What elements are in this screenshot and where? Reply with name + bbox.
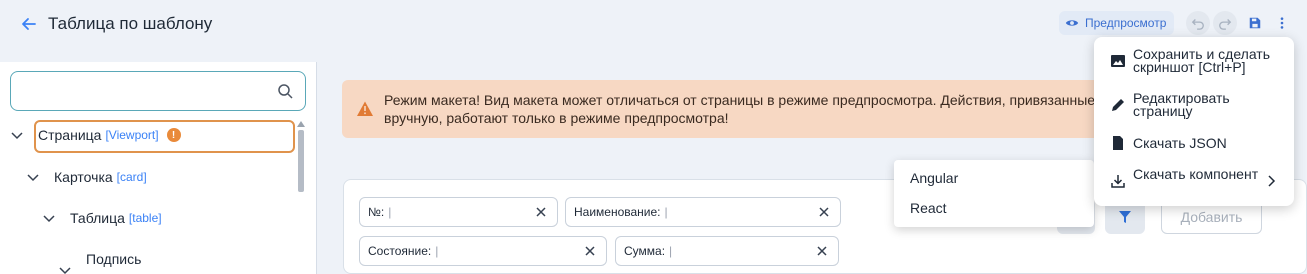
filter-state-field[interactable]: Состояние: | (359, 236, 607, 266)
warning-icon: ! (166, 128, 181, 142)
redo-button[interactable] (1213, 11, 1237, 35)
download-icon (1111, 175, 1125, 188)
tree-item-tag: [Viewport] (105, 128, 159, 142)
chevron-right-icon (1268, 175, 1276, 187)
clear-icon[interactable] (535, 206, 547, 218)
more-menu-button[interactable] (1270, 11, 1294, 35)
tree-item-tag: [card] (116, 170, 147, 184)
filter-sum-field[interactable]: Сумма: | (615, 236, 839, 266)
tree-scrollbar[interactable] (298, 130, 304, 192)
text-cursor: | (388, 205, 392, 219)
clear-icon[interactable] (816, 245, 828, 257)
tree-item-card[interactable]: Карточка [card] (26, 163, 147, 191)
chevron-down-icon[interactable] (42, 211, 56, 225)
save-button[interactable] (1243, 11, 1267, 35)
back-arrow-icon[interactable] (18, 13, 40, 35)
filter-name-field[interactable]: Наименование: | (565, 197, 841, 227)
download-component-submenu: Angular React (894, 160, 1094, 227)
preview-button[interactable]: Предпросмотр (1059, 11, 1175, 35)
image-icon (1111, 55, 1125, 67)
redo-icon (1219, 19, 1232, 30)
chevron-down-icon[interactable] (26, 170, 40, 184)
filter-label: Сумма: (624, 244, 666, 258)
warning-triangle-icon (357, 101, 373, 116)
menu-item-label: Скачать компонент (1133, 166, 1259, 182)
preview-label: Предпросмотр (1085, 16, 1167, 30)
undo-button[interactable] (1186, 11, 1210, 35)
tree-item-label: Подпись (86, 251, 142, 267)
clear-icon[interactable] (818, 206, 830, 218)
tree-item-caption[interactable]: Подпись (58, 245, 142, 274)
filter-icon (1119, 210, 1131, 223)
undo-icon (1191, 19, 1204, 30)
pencil-icon (1112, 99, 1124, 111)
menu-item-download-json[interactable]: Скачать JSON (1094, 133, 1294, 153)
tree-search (10, 71, 306, 111)
search-icon[interactable] (277, 83, 293, 99)
menu-item-label: Сохранить и сделать скриншот [Ctrl+P] (1133, 46, 1271, 75)
text-cursor: | (664, 205, 668, 219)
file-icon (1113, 136, 1123, 150)
filter-label: Наименование: (574, 205, 661, 219)
menu-item-label: Редактировать страницу (1133, 90, 1230, 119)
scroll-up-arrow-icon[interactable] (297, 121, 305, 127)
submenu-item-angular[interactable]: Angular (910, 170, 958, 186)
filter-label: №: (368, 205, 385, 219)
menu-item-edit-page[interactable]: Редактировать страницу (1094, 91, 1294, 119)
tree-item-label: Страница (38, 127, 102, 143)
tree-item-page[interactable]: Страница [Viewport] ! (10, 121, 181, 149)
text-cursor: | (435, 244, 439, 258)
layout-mode-warning: Режим макета! Вид макета может отличатьс… (342, 80, 1122, 138)
page-title: Таблица по шаблону (48, 14, 213, 33)
submenu-item-react[interactable]: React (910, 200, 947, 216)
tree-item-table[interactable]: Таблица [table] (42, 204, 162, 232)
menu-item-download-component[interactable]: Скачать компонент (1094, 167, 1294, 195)
tree-item-label: Карточка (54, 169, 113, 185)
text-cursor: | (669, 244, 673, 258)
filter-label: Состояние: (368, 244, 432, 258)
warning-line-2: вручную, работают только в режиме предпр… (384, 110, 729, 126)
tree-item-label: Таблица (70, 210, 125, 226)
eye-icon (1065, 20, 1079, 26)
more-actions-menu: Сохранить и сделать скриншот [Ctrl+P] Ре… (1094, 37, 1294, 206)
chevron-down-icon[interactable] (58, 263, 72, 274)
warning-message: Режим макета! Вид макета может отличатьс… (384, 91, 1124, 127)
clear-icon[interactable] (584, 245, 596, 257)
filter-number-field[interactable]: №: | (359, 197, 558, 227)
menu-item-label: Скачать JSON (1133, 135, 1227, 151)
chevron-down-icon[interactable] (10, 128, 24, 142)
tree-item-tag: [table] (128, 211, 162, 225)
more-vertical-icon (1280, 17, 1284, 29)
tree-search-input[interactable] (19, 80, 269, 102)
warning-line-1: Режим макета! Вид макета может отличатьс… (384, 92, 1096, 108)
save-icon (1249, 17, 1261, 29)
menu-item-save-screenshot[interactable]: Сохранить и сделать скриншот [Ctrl+P] (1094, 47, 1294, 75)
